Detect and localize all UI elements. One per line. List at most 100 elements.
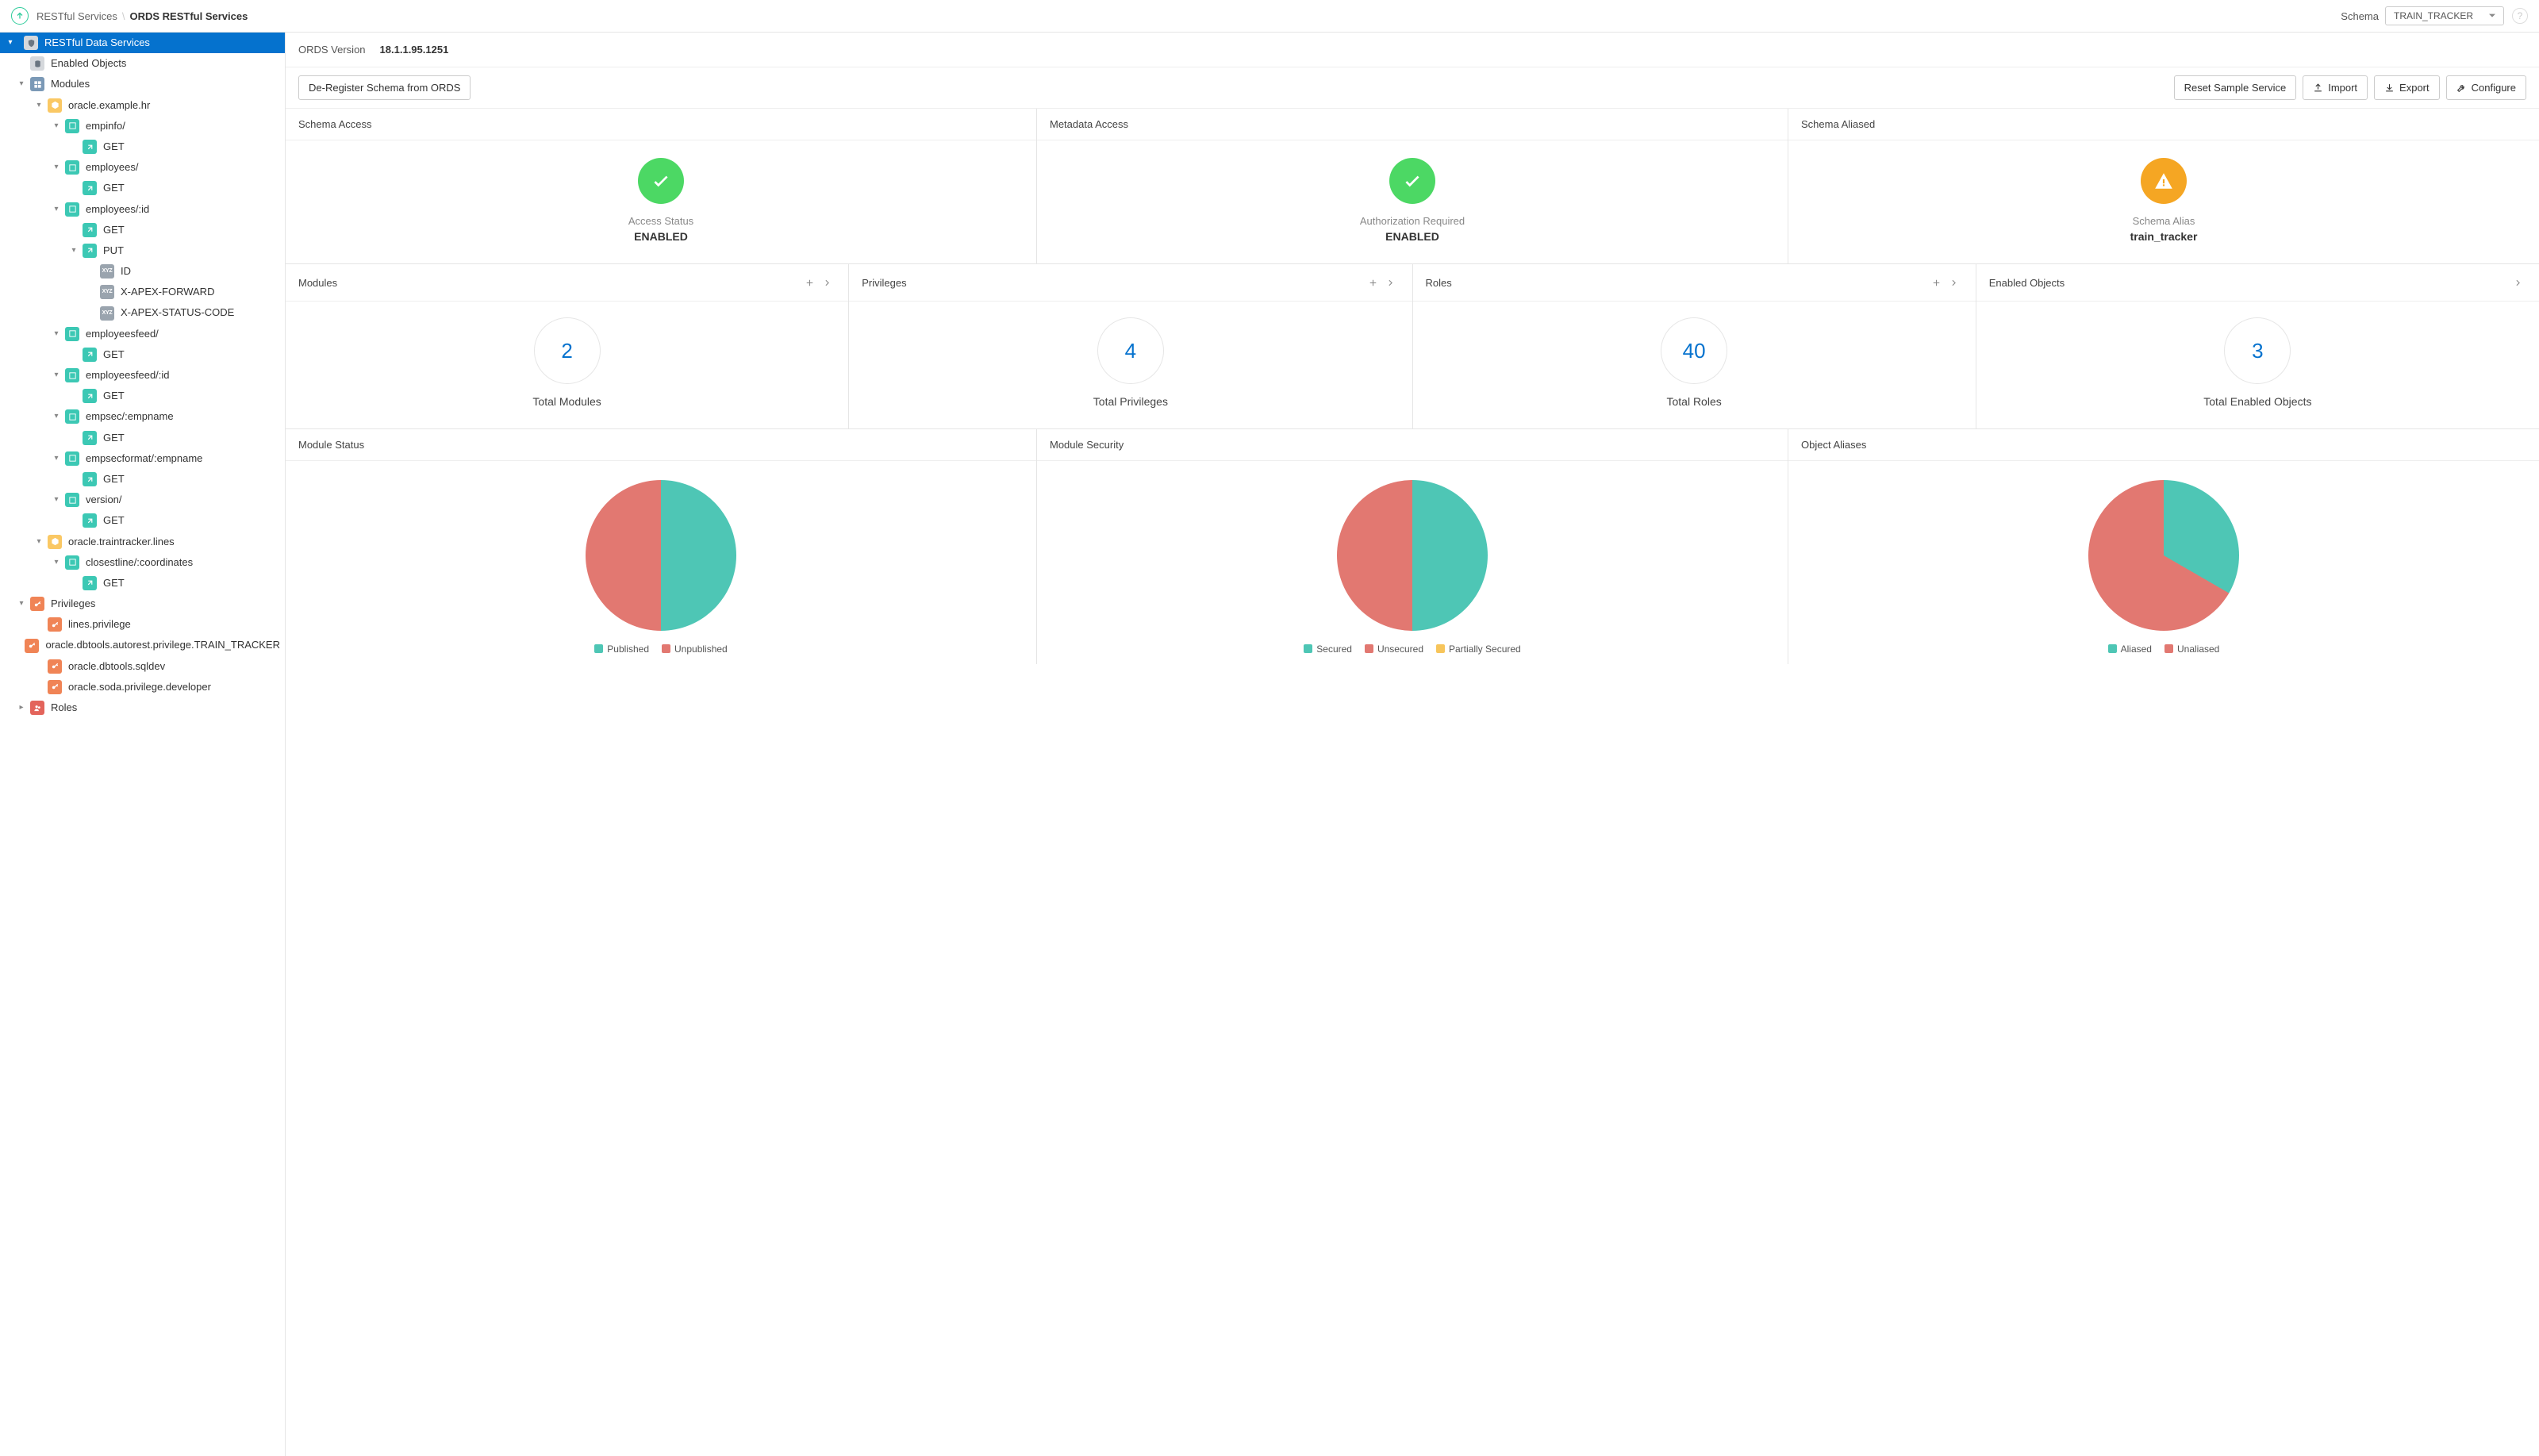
database-icon (30, 56, 44, 71)
tree-module-hr[interactable]: ▾ oracle.example.hr (0, 95, 285, 116)
tree-handler-get[interactable]: GET (0, 386, 285, 406)
tree-param-id[interactable]: XYZ ID (0, 261, 285, 282)
add-button[interactable] (1928, 274, 1946, 291)
add-button[interactable] (1365, 274, 1382, 291)
deregister-button[interactable]: De-Register Schema from ORDS (298, 75, 471, 100)
chevron-down-icon[interactable]: ▾ (16, 79, 27, 90)
chevron-down-icon[interactable]: ▾ (51, 453, 62, 464)
tree-template-empsec[interactable]: ▾ empsec/:empname (0, 406, 285, 427)
help-icon[interactable]: ? (2512, 8, 2528, 24)
chevron-down-icon[interactable]: ▾ (51, 411, 62, 422)
card-module-security: Module Security Secured Unsecured Partia… (1036, 429, 1788, 664)
tree-template-closestline[interactable]: ▾ closestline/:coordinates (0, 552, 285, 573)
import-button[interactable]: Import (2303, 75, 2368, 100)
tree-handler-get[interactable]: GET (0, 573, 285, 594)
chevron-right-icon[interactable] (818, 274, 835, 291)
export-button[interactable]: Export (2374, 75, 2440, 100)
count-label: Total Modules (295, 395, 839, 408)
privilege-icon (48, 680, 62, 694)
chevron-down-icon[interactable]: ▾ (16, 598, 27, 609)
chevron-down-icon[interactable]: ▾ (51, 370, 62, 381)
chevron-down-icon[interactable]: ▾ (51, 328, 62, 340)
tree-label: PUT (103, 244, 124, 258)
tree-label: X-APEX-STATUS-CODE (121, 305, 234, 320)
chevron-down-icon[interactable]: ▾ (68, 245, 79, 256)
tree-template-empsecformat[interactable]: ▾ empsecformat/:empname (0, 448, 285, 469)
tree-template-empinfo[interactable]: ▾ empinfo/ (0, 116, 285, 136)
handler-icon (83, 576, 97, 590)
swatch-icon (1304, 644, 1312, 653)
shield-icon (24, 36, 38, 50)
chevron-down-icon[interactable]: ▾ (33, 100, 44, 111)
tree-label: employeesfeed/ (86, 327, 159, 341)
tree-handler-get[interactable]: GET (0, 510, 285, 531)
privilege-icon (25, 639, 39, 653)
chevron-down-icon[interactable]: ▾ (33, 536, 44, 547)
tree-template-employeesfeed[interactable]: ▾ employeesfeed/ (0, 324, 285, 344)
chevron-down-icon[interactable]: ▾ (51, 494, 62, 505)
card-title: Schema Access (298, 118, 372, 130)
tree-enabled-objects[interactable]: Enabled Objects (0, 53, 285, 74)
tree-privilege-item[interactable]: oracle.dbtools.autorest.privilege.TRAIN_… (0, 635, 285, 655)
chevron-right-icon[interactable] (2509, 274, 2526, 291)
schema-select[interactable]: TRAIN_TRACKER (2385, 6, 2504, 25)
tree-label: GET (103, 348, 125, 362)
tree-label: oracle.example.hr (68, 98, 150, 113)
add-button[interactable] (801, 274, 818, 291)
chevron-down-icon[interactable]: ▾ (5, 37, 16, 48)
legend-label: Unaliased (2177, 643, 2219, 655)
tree-label: empsecformat/:empname (86, 451, 202, 466)
chevron-right-icon[interactable] (1946, 274, 1963, 291)
tree-template-employeesfeed-id[interactable]: ▾ employeesfeed/:id (0, 365, 285, 386)
card-title: Roles (1426, 277, 1452, 289)
tree-handler-get[interactable]: GET (0, 178, 285, 198)
tree-label: Roles (51, 701, 77, 715)
breadcrumb-root[interactable]: RESTful Services (36, 10, 117, 22)
legend-label: Unpublished (674, 643, 728, 655)
tree-label: GET (103, 140, 125, 154)
tree-modules[interactable]: ▾ Modules (0, 74, 285, 94)
tree-handler-get[interactable]: GET (0, 469, 285, 490)
tree-handler-get[interactable]: GET (0, 344, 285, 365)
chevron-down-icon[interactable]: ▾ (51, 121, 62, 132)
up-arrow-icon[interactable] (11, 7, 29, 25)
tree-template-employees-id[interactable]: ▾ employees/:id (0, 199, 285, 220)
tree-label: oracle.dbtools.sqldev (68, 659, 165, 674)
template-icon (65, 327, 79, 341)
tree-param-status[interactable]: XYZ X-APEX-STATUS-CODE (0, 302, 285, 323)
tree-param-forward[interactable]: XYZ X-APEX-FORWARD (0, 282, 285, 302)
sidebar: ▾ RESTful Data Services Enabled Objects … (0, 33, 286, 1456)
card-privileges-count: Privileges 4 Total Privileges (848, 264, 1412, 428)
tree-label: oracle.traintracker.lines (68, 535, 175, 549)
card-title: Module Security (1050, 439, 1124, 451)
tree-handler-get[interactable]: GET (0, 428, 285, 448)
schema-value: TRAIN_TRACKER (2394, 10, 2473, 21)
tree-handler-get[interactable]: GET (0, 136, 285, 157)
tree-handler-put[interactable]: ▾ PUT (0, 240, 285, 261)
button-label: Configure (2472, 82, 2516, 94)
chevron-right-icon[interactable] (1382, 274, 1400, 291)
configure-button[interactable]: Configure (2446, 75, 2526, 100)
tree-handler-get[interactable]: GET (0, 220, 285, 240)
chevron-right-icon[interactable]: ▸ (16, 702, 27, 713)
tree-label: GET (103, 472, 125, 486)
tree-template-employees[interactable]: ▾ employees/ (0, 157, 285, 178)
tree-privilege-item[interactable]: oracle.dbtools.sqldev (0, 656, 285, 677)
reset-sample-button[interactable]: Reset Sample Service (2174, 75, 2297, 100)
check-icon (638, 158, 684, 204)
chevron-down-icon[interactable]: ▾ (51, 557, 62, 568)
tree-privileges[interactable]: ▾ Privileges (0, 594, 285, 614)
tree-privilege-item[interactable]: lines.privilege (0, 614, 285, 635)
tree-module-lines[interactable]: ▾ oracle.traintracker.lines (0, 532, 285, 552)
action-bar: De-Register Schema from ORDS Reset Sampl… (286, 67, 2539, 109)
chevron-down-icon[interactable]: ▾ (51, 162, 62, 173)
tree-template-version[interactable]: ▾ version/ (0, 490, 285, 510)
tree-roles[interactable]: ▸ Roles (0, 697, 285, 718)
tree-label: GET (103, 223, 125, 237)
tree-root[interactable]: ▾ RESTful Data Services (0, 33, 285, 53)
param-icon: XYZ (100, 306, 114, 321)
status-sub: Authorization Required (1047, 215, 1778, 227)
tree-privilege-item[interactable]: oracle.soda.privilege.developer (0, 677, 285, 697)
handler-icon (83, 513, 97, 528)
chevron-down-icon[interactable]: ▾ (51, 204, 62, 215)
